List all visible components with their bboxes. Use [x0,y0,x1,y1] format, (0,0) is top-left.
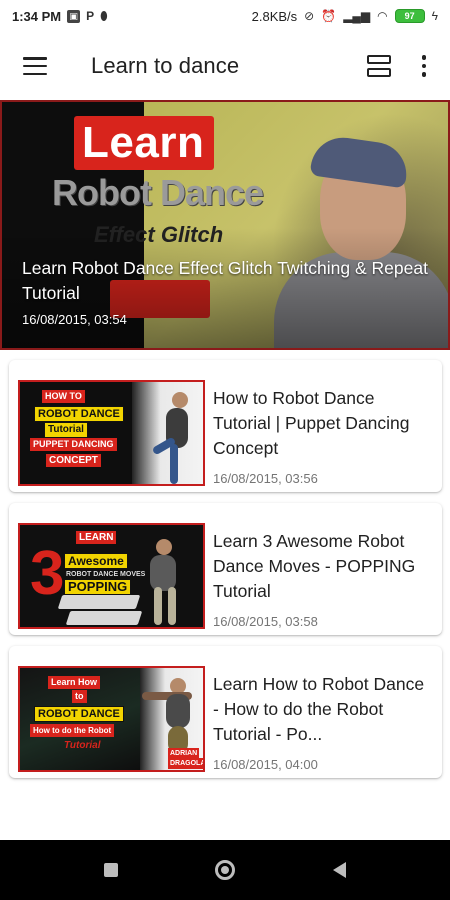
video-thumbnail: LEARN 3 Awesome ROBOT DANCE MOVES POPPIN… [18,523,205,629]
thumb-text-puppet-dancing: PUPPET DANCING [30,438,117,451]
hamburger-menu-icon [23,57,47,75]
wifi-icon: ◠ [377,9,388,23]
status-left: 1:34 PM ▣ P ⬮ [12,9,108,24]
thumb-text-tutorial: Tutorial [64,740,101,751]
thumb-text-popping: POPPING [64,579,132,595]
thumb-person-head [172,392,188,408]
thumb-text-learn: LEARN [76,531,117,544]
video-card[interactable]: LEARN 3 Awesome ROBOT DANCE MOVES POPPIN… [9,503,442,635]
featured-video-date: 16/08/2015, 03:54 [22,312,127,327]
status-time: 1:34 PM [12,8,62,24]
status-bar: 1:34 PM ▣ P ⬮ 2.8KB/s ⊘ ⏰ ▂▄▆ ◠ 97 ϟ [0,0,450,32]
hero-thumb-text-learn: Learn [82,118,205,167]
thumb-text-robot-dance: ROBOT DANCE [34,706,124,722]
featured-video-title: Learn Robot Dance Effect Glitch Twitchin… [22,258,428,303]
thumb-person-head [156,539,172,555]
thumb-person-torso [150,555,176,591]
network-speed: 2.8KB/s [251,8,298,24]
thumb-text-3: 3 [30,539,65,608]
thumb-person-torso [166,694,190,728]
thumb-person-leg [170,444,178,484]
thumb-text-robot-dance-moves: ROBOT DANCE MOVES [66,571,146,578]
square-icon [104,863,118,877]
view-toggle-button[interactable] [354,32,404,100]
video-thumbnail: Learn How to ROBOT DANCE How to do the R… [18,666,205,772]
thumb-text-how-to-do-the-robot: How to do the Robot [30,724,115,737]
app-toolbar: Learn to dance [0,32,450,100]
thumb-text-to: to [72,690,87,703]
back-button[interactable] [319,850,359,890]
more-options-button[interactable] [404,32,444,100]
circle-home-icon [215,860,235,880]
battery-indicator: 97 [394,9,425,23]
video-card[interactable]: Learn How to ROBOT DANCE How to do the R… [9,646,442,778]
thumb-text-how-to: HOW TO [42,390,85,403]
alarm-icon: ⏰ [321,9,337,23]
status-right: 2.8KB/s ⊘ ⏰ ▂▄▆ ◠ 97 ϟ [252,9,438,24]
signal-icon: ▂▄▆ [343,9,371,23]
video-date: 16/08/2015, 04:00 [213,757,318,772]
thumb-text-concept: CONCEPT [46,454,101,467]
video-card[interactable]: HOW TO ROBOT DANCE Tutorial PUPPET DANCI… [9,360,442,492]
thumb-text-awesome: Awesome [64,553,128,569]
more-vert-icon [421,55,427,77]
video-title: How to Robot Dance Tutorial | Puppet Dan… [213,388,410,458]
video-date: 16/08/2015, 03:58 [213,614,318,629]
recents-button[interactable] [91,850,131,890]
menu-button[interactable] [0,32,70,100]
hero-thumb-text-robot-dance: Robot Dance [52,172,264,213]
thumb-person-leg [154,587,162,625]
thumb-text-robot-dance: ROBOT DANCE [34,406,124,422]
triangle-back-icon [332,862,346,878]
page-title: Learn to dance [91,53,240,78]
view-toggle-icon [367,55,391,77]
p-notification-icon: P [86,9,95,23]
thumb-text-learn-how: Learn How [48,676,101,689]
video-title: Learn How to Robot Dance - How to do the… [213,674,425,744]
thumb-text-tutorial: Tutorial [44,422,88,438]
home-button[interactable] [205,850,245,890]
video-title: Learn 3 Awesome Robot Dance Moves - POPP… [213,531,416,601]
video-thumbnail: HOW TO ROBOT DANCE Tutorial PUPPET DANCI… [18,380,205,486]
featured-video[interactable]: Learn Robot Dance Effect Glitch Learn Ro… [0,100,450,350]
thumb-text-dragola: DRAGOLA [168,758,203,769]
location-icon: ⬮ [100,9,108,23]
battery-level: 97 [404,11,415,21]
bolt-icon: ϟ [431,9,438,23]
gallery-notification-icon: ▣ [67,9,81,23]
mute-icon: ⊘ [304,9,315,23]
thumb-person-leg [168,587,176,625]
system-nav-bar [0,840,450,900]
video-date: 16/08/2015, 03:56 [213,471,318,486]
